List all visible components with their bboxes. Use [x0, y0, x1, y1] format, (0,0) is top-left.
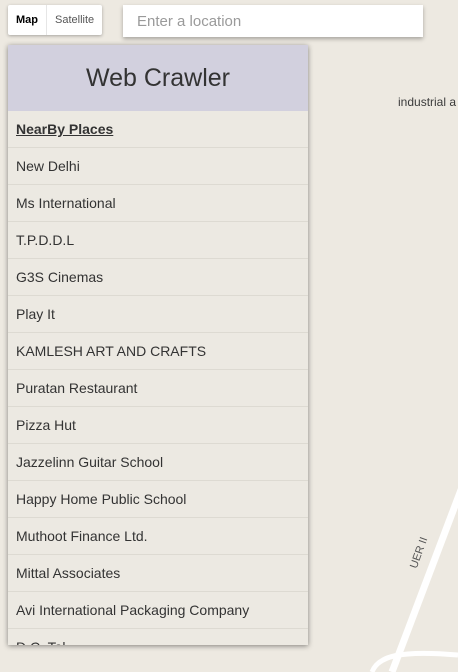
place-item[interactable]: KAMLESH ART AND CRAFTS: [8, 333, 308, 370]
places-panel: Web Crawler NearBy Places New Delhi Ms I…: [8, 45, 308, 645]
place-item[interactable]: Play It: [8, 296, 308, 333]
place-item[interactable]: Ms International: [8, 185, 308, 222]
place-item[interactable]: Avi International Packaging Company: [8, 592, 308, 629]
places-list: NearBy Places New Delhi Ms International…: [8, 111, 308, 645]
map-type-control: Map Satellite: [8, 5, 103, 35]
location-search-input[interactable]: [123, 5, 423, 37]
place-item[interactable]: Jazzelinn Guitar School: [8, 444, 308, 481]
place-item[interactable]: Happy Home Public School: [8, 481, 308, 518]
place-item[interactable]: New Delhi: [8, 148, 308, 185]
place-item[interactable]: Muthoot Finance Ltd.: [8, 518, 308, 555]
road-uer-ii: [388, 487, 458, 672]
map-label-industrial-area: industrial a: [398, 95, 457, 109]
place-item[interactable]: T.P.D.D.L: [8, 222, 308, 259]
road-curve: [369, 650, 458, 672]
places-heading-row: NearBy Places: [8, 111, 308, 148]
panel-header: Web Crawler: [8, 45, 308, 111]
place-item[interactable]: Puratan Restaurant: [8, 370, 308, 407]
places-heading: NearBy Places: [16, 121, 114, 137]
place-item[interactable]: Mittal Associates: [8, 555, 308, 592]
map-type-satellite-button[interactable]: Satellite: [47, 5, 102, 35]
place-item[interactable]: Pizza Hut: [8, 407, 308, 444]
place-item[interactable]: D.C. Tal: [8, 629, 308, 645]
place-item[interactable]: G3S Cinemas: [8, 259, 308, 296]
panel-title: Web Crawler: [85, 63, 231, 92]
map-type-map-button[interactable]: Map: [8, 5, 46, 35]
